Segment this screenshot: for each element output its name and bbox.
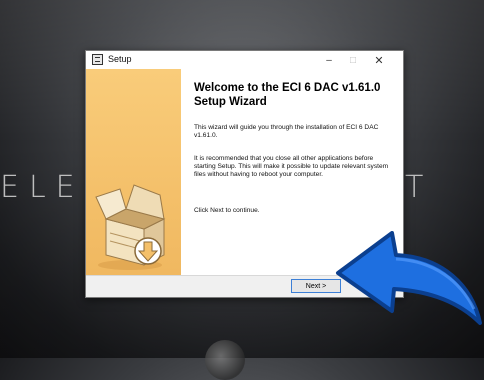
wizard-side-panel	[86, 69, 181, 275]
wizard-recommendation-text: It is recommended that you close all oth…	[194, 155, 389, 179]
blue-curved-arrow	[336, 231, 482, 325]
wizard-continue-text: Click Next to continue.	[194, 207, 260, 214]
close-button[interactable]: ✕	[368, 51, 390, 69]
wizard-intro-text: This wizard will guide you through the i…	[194, 124, 379, 140]
minimize-button[interactable]: –	[318, 51, 340, 69]
install-box-icon	[95, 184, 166, 270]
wizard-heading: Welcome to the ECI 6 DAC v1.61.0 Setup W…	[194, 82, 381, 108]
background-logo-text-right: T	[405, 170, 434, 205]
title-bar[interactable]: Setup – □ ✕	[86, 51, 403, 69]
maximize-button[interactable]: □	[342, 51, 364, 69]
window-title: Setup	[108, 54, 132, 64]
background-knob	[205, 340, 245, 380]
installer-icon	[92, 54, 103, 65]
